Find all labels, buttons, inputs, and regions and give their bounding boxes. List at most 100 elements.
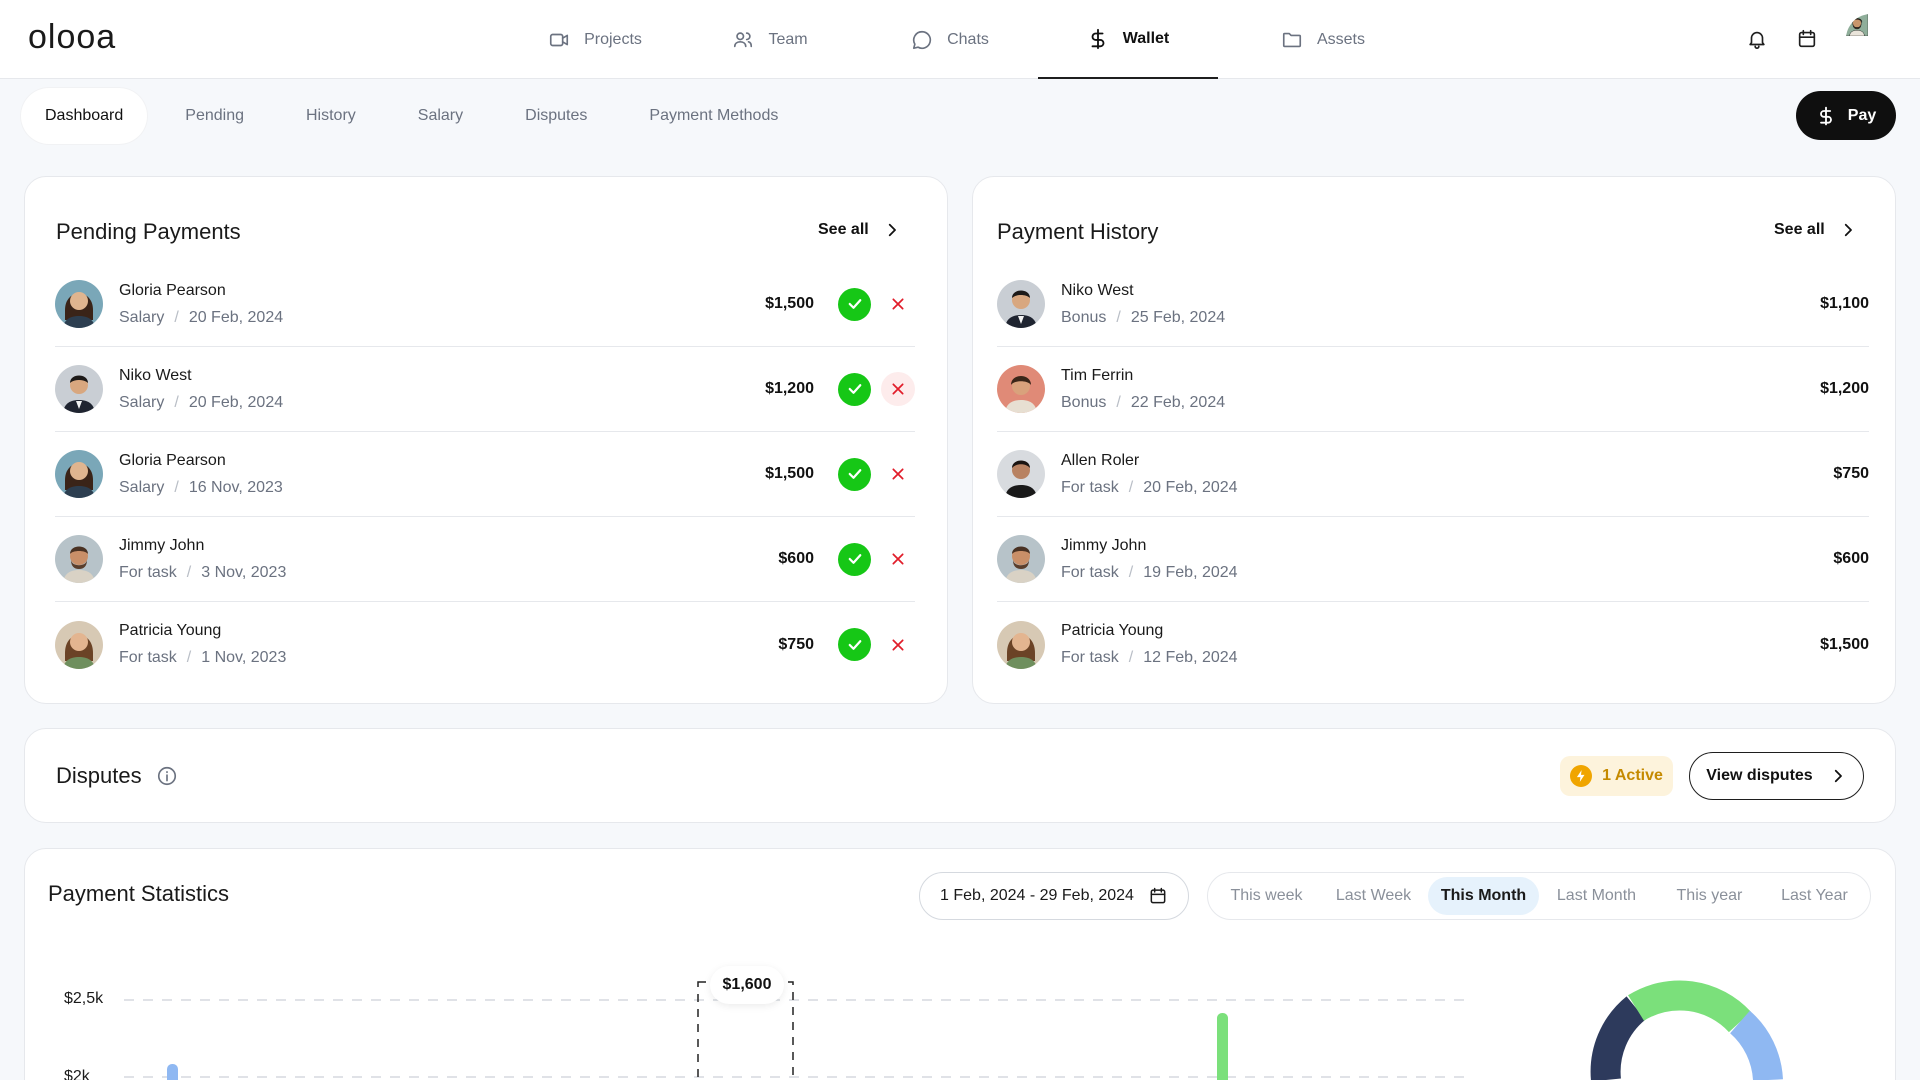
nav-assets[interactable]: Assets (1218, 0, 1428, 79)
payment-meta: Bonus/22 Feb, 2024 (1061, 393, 1226, 411)
payee-name: Jimmy John (119, 536, 205, 554)
period-last-month[interactable]: Last Month (1539, 877, 1654, 915)
payment-date: 12 Feb, 2024 (1143, 649, 1238, 666)
payment-amount: $750 (1833, 465, 1869, 482)
reject-button[interactable] (881, 372, 915, 406)
statistics-chart-canvas (124, 980, 1783, 1080)
avatar (997, 535, 1045, 583)
nav-team[interactable]: Team (680, 0, 860, 79)
payment-date: 16 Nov, 2023 (188, 478, 283, 496)
active-disputes-badge: 1 Active (1560, 756, 1673, 796)
payment-type: For task (1061, 649, 1119, 666)
period-this-week[interactable]: This week (1214, 877, 1319, 915)
donut-chart (1590, 980, 1783, 1080)
history-row: Allen Roler For task/20 Feb, 2024 $750 (997, 432, 1869, 517)
see-all-history-link[interactable]: See all (1774, 221, 1857, 239)
payment-type: Salary (119, 478, 165, 496)
approve-button[interactable] (838, 287, 871, 321)
payment-meta: Salary/20 Feb, 2024 (119, 393, 284, 411)
approve-button[interactable] (838, 457, 871, 491)
tab-history[interactable]: History (282, 88, 380, 144)
view-disputes-label: View disputes (1706, 767, 1813, 784)
avatar (997, 620, 1045, 669)
close-icon (890, 637, 906, 653)
see-all-pending-link[interactable]: See all (818, 221, 901, 239)
payment-amount: $1,500 (1820, 635, 1869, 653)
payment-meta: Salary/16 Nov, 2023 (119, 478, 283, 496)
check-icon (846, 380, 864, 398)
user-avatar[interactable] (1846, 14, 1896, 64)
payee-name: Gloria Pearson (119, 281, 226, 299)
payment-date: 20 Feb, 2024 (188, 393, 284, 411)
payment-date: 20 Feb, 2024 (1143, 478, 1238, 496)
payee-info: Allen Roler For task/20 Feb, 2024 (1061, 452, 1833, 497)
reject-button[interactable] (881, 542, 915, 576)
period-last-year[interactable]: Last Year (1765, 877, 1864, 915)
nav-chats[interactable]: Chats (860, 0, 1040, 79)
pending-row: Niko West Salary/20 Feb, 2024 $1,200 (55, 347, 915, 432)
approve-button[interactable] (838, 542, 871, 576)
top-actions (1746, 14, 1896, 64)
approve-button[interactable] (838, 628, 871, 661)
payee-name: Patricia Young (1061, 622, 1164, 639)
chart-tooltip: $1,600 (710, 966, 784, 1004)
reject-button[interactable] (881, 628, 915, 662)
payment-amount: $1,100 (1820, 295, 1869, 312)
payee-info: Niko West Salary/20 Feb, 2024 (119, 367, 765, 412)
tab-pending[interactable]: Pending (161, 88, 268, 144)
bell-icon[interactable] (1746, 28, 1768, 50)
payment-meta: For task/19 Feb, 2024 (1061, 563, 1238, 581)
avatar (997, 365, 1045, 413)
reject-button[interactable] (881, 287, 915, 321)
period-this-month[interactable]: This Month (1428, 877, 1539, 915)
info-icon[interactable] (156, 765, 178, 787)
payment-type: For task (1061, 478, 1119, 496)
disputes-heading: Disputes (56, 763, 178, 789)
close-icon (890, 296, 906, 312)
payment-type: For task (119, 649, 177, 666)
card-title: Disputes (56, 763, 142, 788)
payment-type: For task (1061, 563, 1119, 581)
tab-salary[interactable]: Salary (394, 88, 487, 144)
view-disputes-button[interactable]: View disputes (1689, 752, 1864, 800)
wallet-subtabs: Dashboard Pending History Salary Dispute… (21, 88, 816, 144)
payment-meta: For task/12 Feb, 2024 (1061, 649, 1238, 666)
tab-disputes[interactable]: Disputes (501, 88, 611, 144)
payment-amount: $1,200 (765, 380, 814, 397)
payee-name: Allen Roler (1061, 451, 1140, 469)
payment-type: Salary (119, 308, 165, 326)
approve-button[interactable] (838, 372, 871, 406)
bar (1217, 1013, 1228, 1080)
reject-button[interactable] (881, 457, 915, 491)
check-icon (846, 465, 864, 483)
period-this-year[interactable]: This year (1654, 877, 1765, 915)
avatar (55, 280, 103, 328)
nav-wallet[interactable]: Wallet (1038, 0, 1218, 79)
date-range-picker[interactable]: 1 Feb, 2024 - 29 Feb, 2024 (919, 872, 1189, 920)
payment-date: 3 Nov, 2023 (201, 563, 287, 581)
folder-icon (1281, 29, 1303, 51)
tab-dashboard[interactable]: Dashboard (21, 88, 148, 144)
history-row: Jimmy John For task/19 Feb, 2024 $600 (997, 517, 1869, 602)
tab-payment-methods[interactable]: Payment Methods (625, 88, 802, 144)
donut-segment (1590, 996, 1646, 1080)
video-icon (548, 29, 570, 51)
avatar (997, 280, 1045, 328)
payment-meta: For task/3 Nov, 2023 (119, 563, 287, 581)
payee-info: Tim Ferrin Bonus/22 Feb, 2024 (1061, 367, 1820, 412)
calendar-icon[interactable] (1796, 28, 1818, 50)
app-logo[interactable]: olooa (28, 18, 116, 57)
main-nav: Projects Team Chats Wallet Assets (510, 0, 1428, 79)
close-icon (890, 551, 906, 567)
payee-info: Niko West Bonus/25 Feb, 2024 (1061, 282, 1820, 327)
payee-info: Jimmy John For task/19 Feb, 2024 (1061, 537, 1833, 582)
avatar (55, 365, 103, 413)
nav-projects[interactable]: Projects (510, 0, 680, 79)
history-row: Tim Ferrin Bonus/22 Feb, 2024 $1,200 (997, 347, 1869, 432)
payment-type: Salary (119, 393, 165, 411)
pay-button[interactable]: Pay (1796, 91, 1896, 140)
close-icon (890, 381, 906, 397)
payee-name: Niko West (1061, 281, 1134, 299)
see-all-label: See all (1774, 221, 1825, 238)
period-last-week[interactable]: Last Week (1319, 877, 1428, 915)
